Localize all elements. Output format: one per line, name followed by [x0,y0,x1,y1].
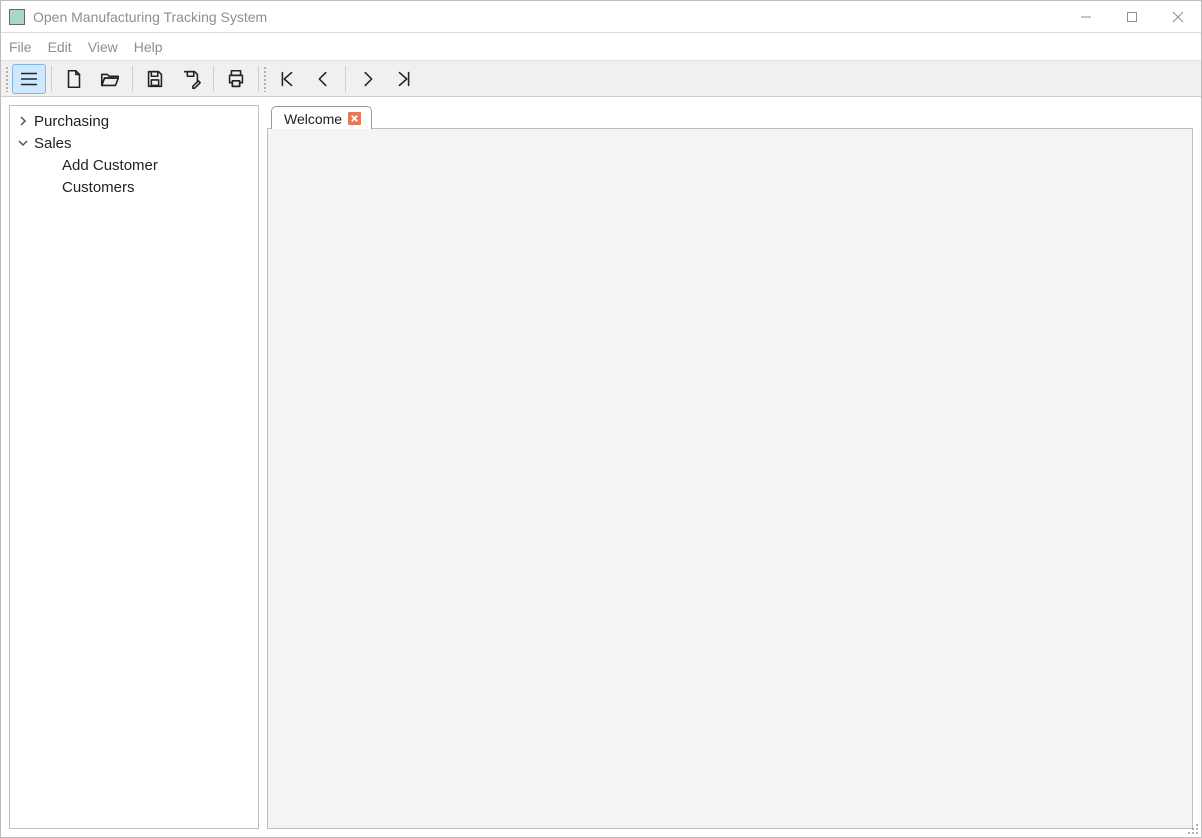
tab-content [267,128,1193,829]
save-edit-icon [180,68,202,90]
menu-help[interactable]: Help [134,39,163,55]
new-button[interactable] [57,64,91,94]
tree-item-sales[interactable]: Sales [16,132,252,154]
title-bar: Open Manufacturing Tracking System [1,1,1201,33]
toolbar-grip-2[interactable] [263,66,267,92]
tree-label: Sales [34,135,72,152]
maximize-icon [1126,11,1138,23]
new-file-icon [63,68,85,90]
close-icon [350,114,359,123]
tab-close-button[interactable] [348,112,361,125]
tab-area: Welcome [267,105,1193,829]
close-button[interactable] [1155,1,1201,32]
last-icon [393,68,415,90]
first-record-button[interactable] [270,64,304,94]
close-icon [1172,11,1184,23]
nav-tree: Purchasing Sales Add Customer Customers [9,105,259,829]
open-folder-icon [99,68,121,90]
tab-strip: Welcome [267,105,1193,129]
chevron-right-icon [16,113,30,130]
previous-record-button[interactable] [306,64,340,94]
window-title: Open Manufacturing Tracking System [33,9,267,25]
tab-welcome[interactable]: Welcome [271,106,372,129]
menu-view[interactable]: View [88,39,118,55]
chevron-right-icon [357,68,379,90]
app-icon [9,9,25,25]
toolbar [1,61,1201,97]
tree-label: Customers [62,179,135,196]
next-record-button[interactable] [351,64,385,94]
window-controls [1063,1,1201,32]
save-as-button[interactable] [174,64,208,94]
tree-item-add-customer[interactable]: Add Customer [16,154,252,176]
print-button[interactable] [219,64,253,94]
last-record-button[interactable] [387,64,421,94]
menu-bar: File Edit View Help [1,33,1201,61]
tree-item-purchasing[interactable]: Purchasing [16,110,252,132]
menu-edit[interactable]: Edit [48,39,72,55]
tree-item-customers[interactable]: Customers [16,176,252,198]
toggle-nav-button[interactable] [12,64,46,94]
chevron-down-icon [16,135,30,152]
tree-label: Purchasing [34,113,109,130]
chevron-left-icon [312,68,334,90]
tree-label: Add Customer [62,157,158,174]
main-body: Purchasing Sales Add Customer Customers … [1,97,1201,837]
resize-grip[interactable] [1185,821,1199,835]
minimize-icon [1080,11,1092,23]
menu-file[interactable]: File [9,39,32,55]
save-button[interactable] [138,64,172,94]
tab-label: Welcome [284,111,342,127]
save-icon [144,68,166,90]
print-icon [225,68,247,90]
open-button[interactable] [93,64,127,94]
minimize-button[interactable] [1063,1,1109,32]
first-icon [276,68,298,90]
app-window: Open Manufacturing Tracking System File … [0,0,1202,838]
maximize-button[interactable] [1109,1,1155,32]
hamburger-icon [18,68,40,90]
toolbar-grip[interactable] [5,66,9,92]
